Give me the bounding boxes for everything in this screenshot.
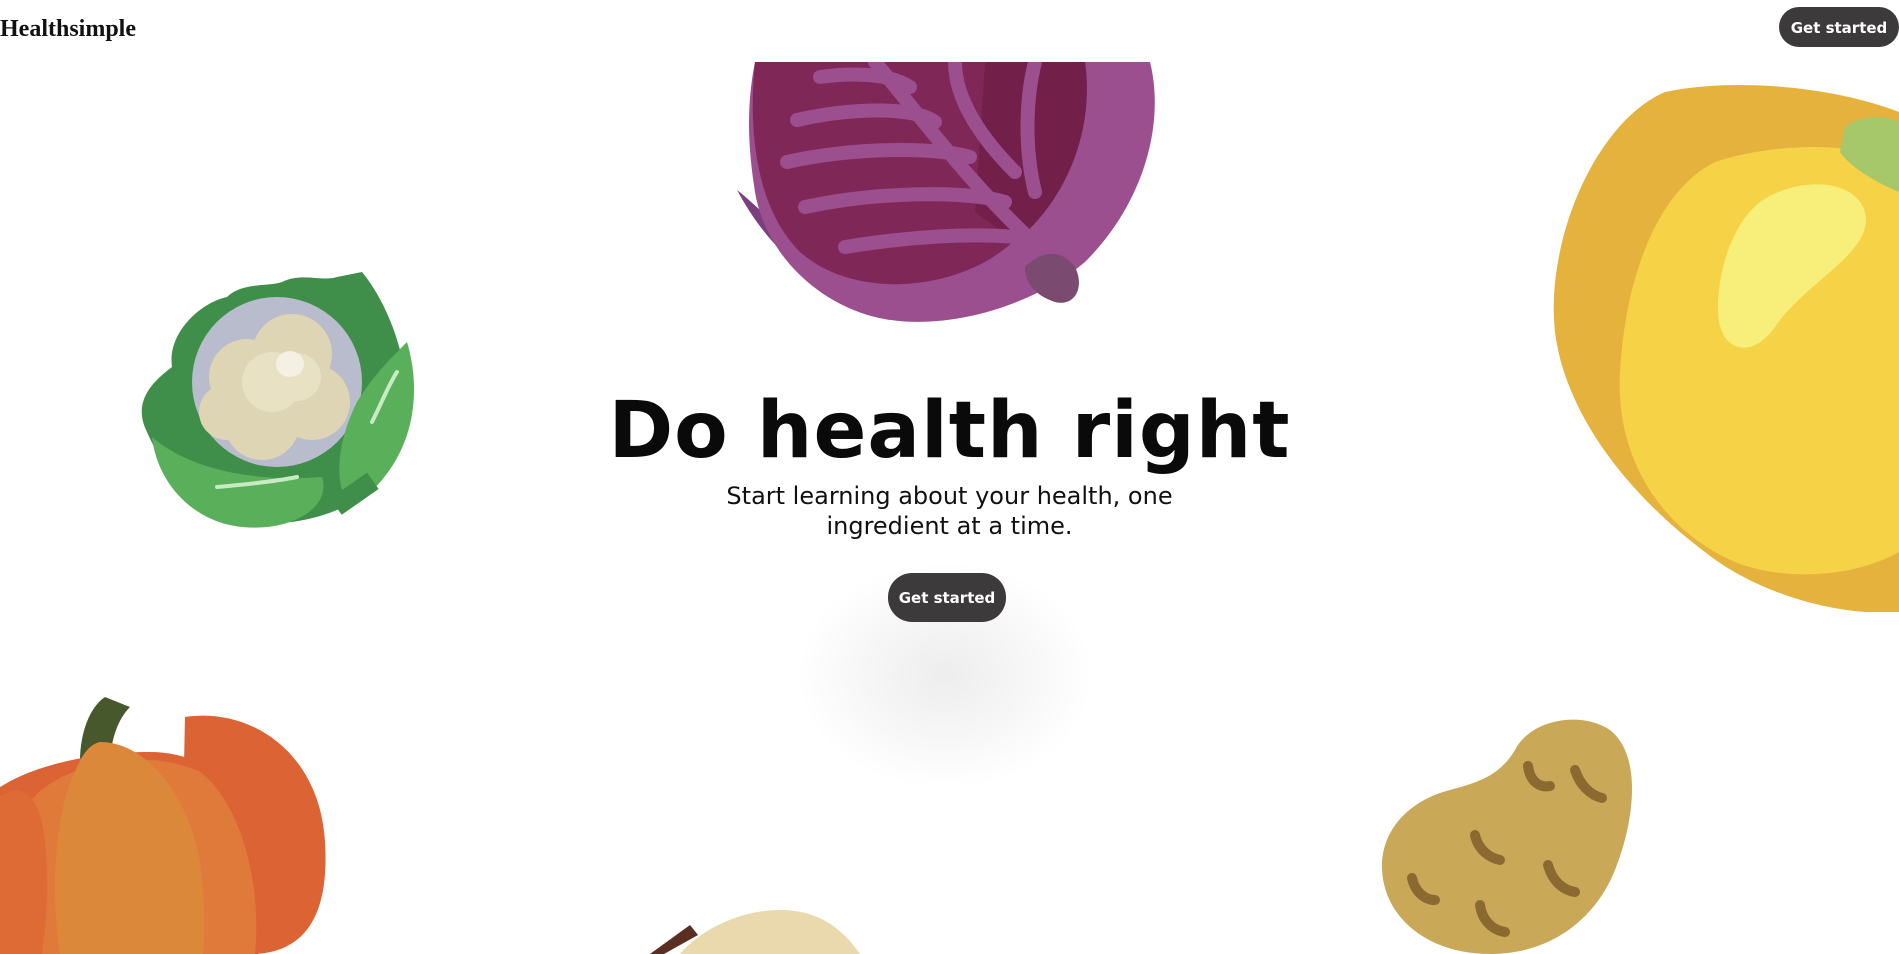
mushroom-illustration [650, 910, 860, 954]
hero-get-started-button[interactable]: Get started [888, 573, 1006, 622]
hero-subtitle: Start learning about your health, one in… [726, 482, 1173, 540]
brand-logo[interactable]: Healthsimple [0, 14, 136, 44]
header-get-started-button[interactable]: Get started [1779, 7, 1899, 47]
red-cabbage-illustration [737, 62, 1155, 322]
potato-illustration [1381, 719, 1633, 954]
pumpkin-illustration [0, 697, 326, 954]
hero-title: Do health right [608, 386, 1291, 476]
hero-section: Do health right Start learning about you… [0, 385, 1899, 541]
